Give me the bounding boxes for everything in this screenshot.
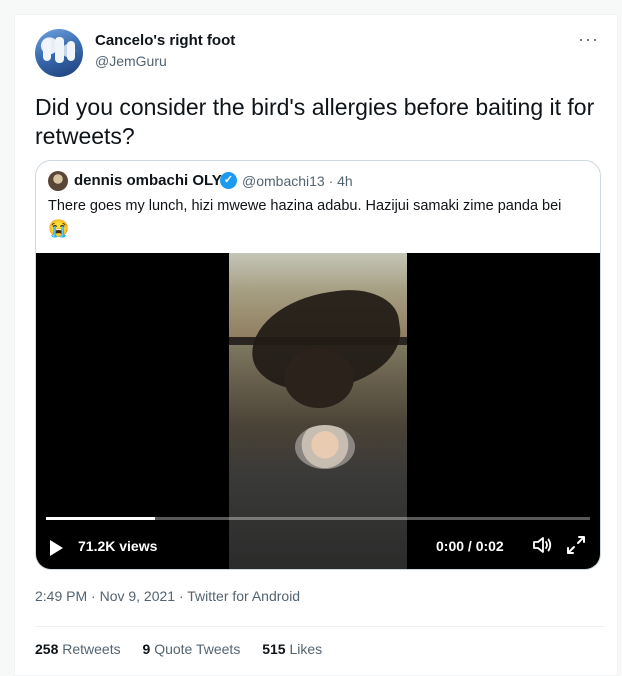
quoted-handle-time: @ombachi13 · 4h — [242, 173, 353, 189]
tweet-text: Did you consider the bird's allergies be… — [35, 94, 595, 149]
quote-tweets-stat[interactable]: 9 Quote Tweets — [143, 641, 241, 657]
tweet-stats: 258 Retweets 9 Quote Tweets 515 Likes — [35, 641, 340, 657]
video-progress-fill — [46, 517, 155, 520]
author-name[interactable]: Cancelo's right foot — [95, 32, 235, 49]
volume-icon[interactable] — [531, 535, 553, 555]
retweets-stat[interactable]: 258 Retweets — [35, 641, 121, 657]
video-player[interactable]: 71.2K views 0:00 / 0:02 — [36, 253, 600, 569]
tweet-card: Cancelo's right foot @JemGuru ··· Did yo… — [14, 14, 618, 676]
bowl-image — [295, 425, 355, 469]
crying-emoji: 😭 — [48, 219, 70, 238]
video-time: 0:00 / 0:02 — [436, 538, 504, 554]
author-handle[interactable]: @JemGuru — [95, 53, 167, 69]
author-avatar[interactable] — [35, 29, 83, 77]
likes-stat[interactable]: 515 Likes — [262, 641, 322, 657]
more-icon[interactable]: ··· — [578, 29, 599, 50]
quoted-author-avatar[interactable] — [48, 171, 68, 191]
divider — [35, 626, 605, 627]
video-frame — [229, 253, 407, 569]
quoted-author-name[interactable]: dennis ombachi OLY — [74, 172, 222, 189]
video-progress-bar[interactable] — [46, 517, 590, 520]
quoted-tweet-text: There goes my lunch, hizi mwewe hazina a… — [48, 198, 562, 214]
play-icon[interactable] — [50, 540, 63, 556]
view-count: 71.2K views — [78, 538, 158, 554]
fullscreen-icon[interactable] — [566, 535, 586, 555]
verified-icon: ✓ — [220, 172, 237, 189]
tweet-timestamp[interactable]: 2:49 PM · Nov 9, 2021 · Twitter for Andr… — [35, 588, 300, 604]
quoted-tweet[interactable]: dennis ombachi OLY ✓ @ombachi13 · 4h The… — [35, 160, 601, 570]
